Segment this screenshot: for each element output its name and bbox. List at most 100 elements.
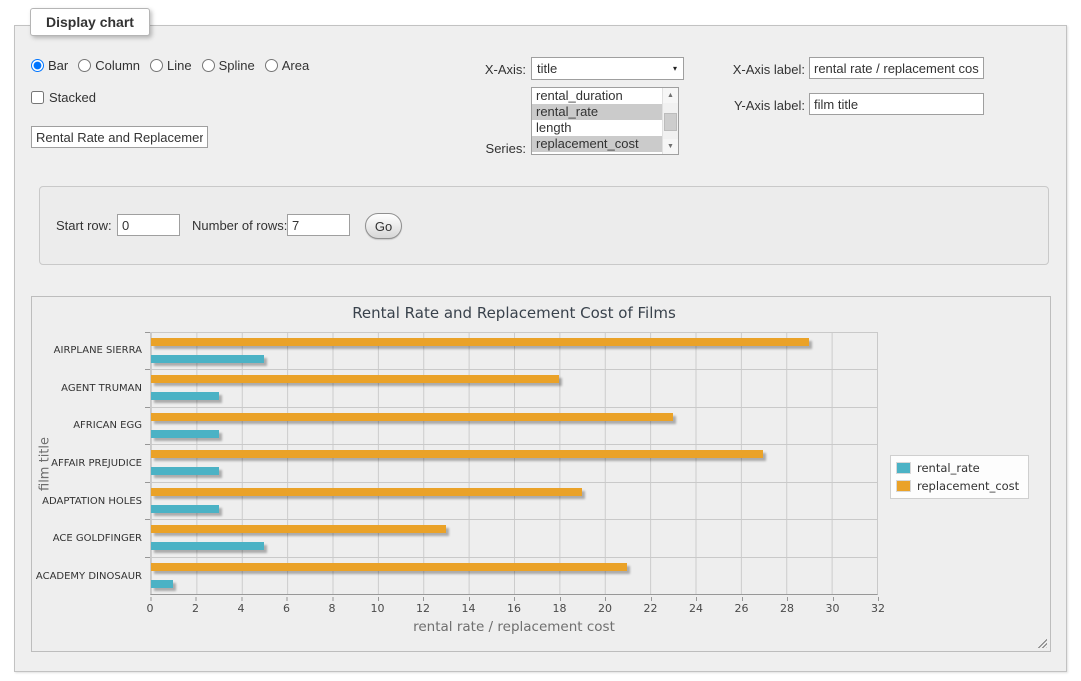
x-tick-label: 8 [329,602,336,615]
bar-replacement_cost [151,525,446,533]
bar-rental_rate [151,580,173,588]
chart-plot-rows [151,333,877,594]
x-tick-label: 16 [507,602,521,615]
display-chart-panel: BarColumnLineSplineArea Stacked X-Axis: … [14,25,1067,672]
scroll-up-icon[interactable]: ▲ [663,88,678,103]
x-tick-label: 32 [871,602,885,615]
x-axis-select[interactable]: title ▾ [531,57,684,80]
go-button[interactable]: Go [365,213,402,239]
bar-rental_rate [151,430,219,438]
x-tick-label: 22 [644,602,658,615]
chart-category-row [151,445,877,482]
chart-plot-area [150,332,878,595]
bar-replacement_cost [151,375,559,383]
chart-type-option-column[interactable]: Column [78,58,140,73]
x-tick-label: 10 [371,602,385,615]
x-tick-label: 12 [416,602,430,615]
series-listbox[interactable]: rental_durationrental_ratelengthreplacem… [531,87,679,155]
bar-replacement_cost [151,563,627,571]
x-axis-label-input[interactable] [809,57,984,79]
x-axis-select-label: X-Axis: [436,62,526,77]
resize-handle-icon[interactable] [1036,637,1047,648]
series-option-rental_rate[interactable]: rental_rate [532,104,662,120]
x-tick-label: 24 [689,602,703,615]
dropdown-arrow-icon: ▾ [673,64,677,73]
chart: Rental Rate and Replacement Cost of Film… [31,296,1051,652]
x-tick-label: 6 [283,602,290,615]
chart-category-row [151,370,877,407]
category-label: ACE GOLDFINGER [58,520,142,558]
chart-type-option-area[interactable]: Area [265,58,309,73]
chart-title-input[interactable] [31,126,208,148]
scrollbar-thumb[interactable] [664,113,677,131]
chart-x-axis-ticks: 02468101214161820222426283032 [150,597,878,613]
x-tick-label: 30 [826,602,840,615]
bar-rental_rate [151,542,264,550]
fieldset-legend: Display chart [30,8,150,36]
stacked-checkbox[interactable] [31,91,44,104]
series-items: rental_durationrental_ratelengthreplacem… [532,88,678,152]
scroll-down-icon[interactable]: ▼ [663,139,678,154]
category-label: AIRPLANE SIERRA [58,332,142,370]
x-tick-label: 14 [462,602,476,615]
chart-category-row [151,483,877,520]
chart-type-label: Bar [48,58,68,73]
category-label: AFFAIR PREJUDICE [58,445,142,483]
bar-replacement_cost [151,413,673,421]
bar-replacement_cost [151,450,763,458]
x-tick-label: 2 [192,602,199,615]
number-of-rows-label: Number of rows: [192,218,287,233]
x-tick-label: 0 [147,602,154,615]
category-label: AFRICAN EGG [58,407,142,445]
chart-type-radio-column[interactable] [78,59,91,72]
chart-type-option-spline[interactable]: Spline [202,58,255,73]
chart-category-row [151,408,877,445]
number-of-rows-input[interactable] [287,214,350,236]
row-controls-box: Start row: Number of rows: Go [39,186,1049,265]
series-option-length[interactable]: length [532,120,662,136]
chart-legend: rental_rate replacement_cost [890,455,1029,499]
chart-category-row [151,333,877,370]
category-label: ACADEMY DINOSAUR [58,557,142,595]
chart-type-label: Spline [219,58,255,73]
chart-type-radio-group: Bar Column Line Spline Area [31,58,309,73]
category-label: ADAPTATION HOLES [58,482,142,520]
start-row-input[interactable] [117,214,180,236]
chart-category-labels: AIRPLANE SIERRAAGENT TRUMANAFRICAN EGGAF… [58,332,142,595]
chart-type-option-bar[interactable]: Bar [31,58,68,73]
chart-x-axis-label: rental rate / replacement cost [150,619,878,635]
bar-rental_rate [151,505,219,513]
chart-type-radio-area[interactable] [265,59,278,72]
y-axis-label-label: Y-Axis label: [715,98,805,113]
x-axis-selected-value: title [537,61,557,76]
chart-type-label: Column [95,58,140,73]
stacked-option[interactable]: Stacked [31,90,96,105]
chart-title: Rental Rate and Replacement Cost of Film… [150,304,878,322]
start-row-label: Start row: [56,218,112,233]
category-label: AGENT TRUMAN [58,370,142,408]
legend-item-replacement_cost: replacement_cost [896,479,1019,493]
chart-category-row [151,520,877,557]
y-axis-label-input[interactable] [809,93,984,115]
x-tick-label: 20 [598,602,612,615]
chart-type-radio-line[interactable] [150,59,163,72]
chart-type-radio-spline[interactable] [202,59,215,72]
legend-item-rental_rate: rental_rate [896,461,1019,475]
series-option-replacement_cost[interactable]: replacement_cost [532,136,662,152]
chart-category-row [151,558,877,594]
series-option-rental_duration[interactable]: rental_duration [532,88,662,104]
bar-rental_rate [151,355,264,363]
bar-replacement_cost [151,488,582,496]
x-tick-label: 28 [780,602,794,615]
chart-type-radio-bar[interactable] [31,59,44,72]
legend-swatch-icon [896,462,911,474]
chart-type-label: Area [282,58,309,73]
stacked-label: Stacked [49,90,96,105]
x-tick-label: 18 [553,602,567,615]
bar-rental_rate [151,467,219,475]
legend-label: replacement_cost [917,479,1019,493]
legend-swatch-icon [896,480,911,492]
chart-type-option-line[interactable]: Line [150,58,192,73]
listbox-scrollbar[interactable]: ▲ ▼ [662,88,678,154]
x-tick-label: 26 [735,602,749,615]
